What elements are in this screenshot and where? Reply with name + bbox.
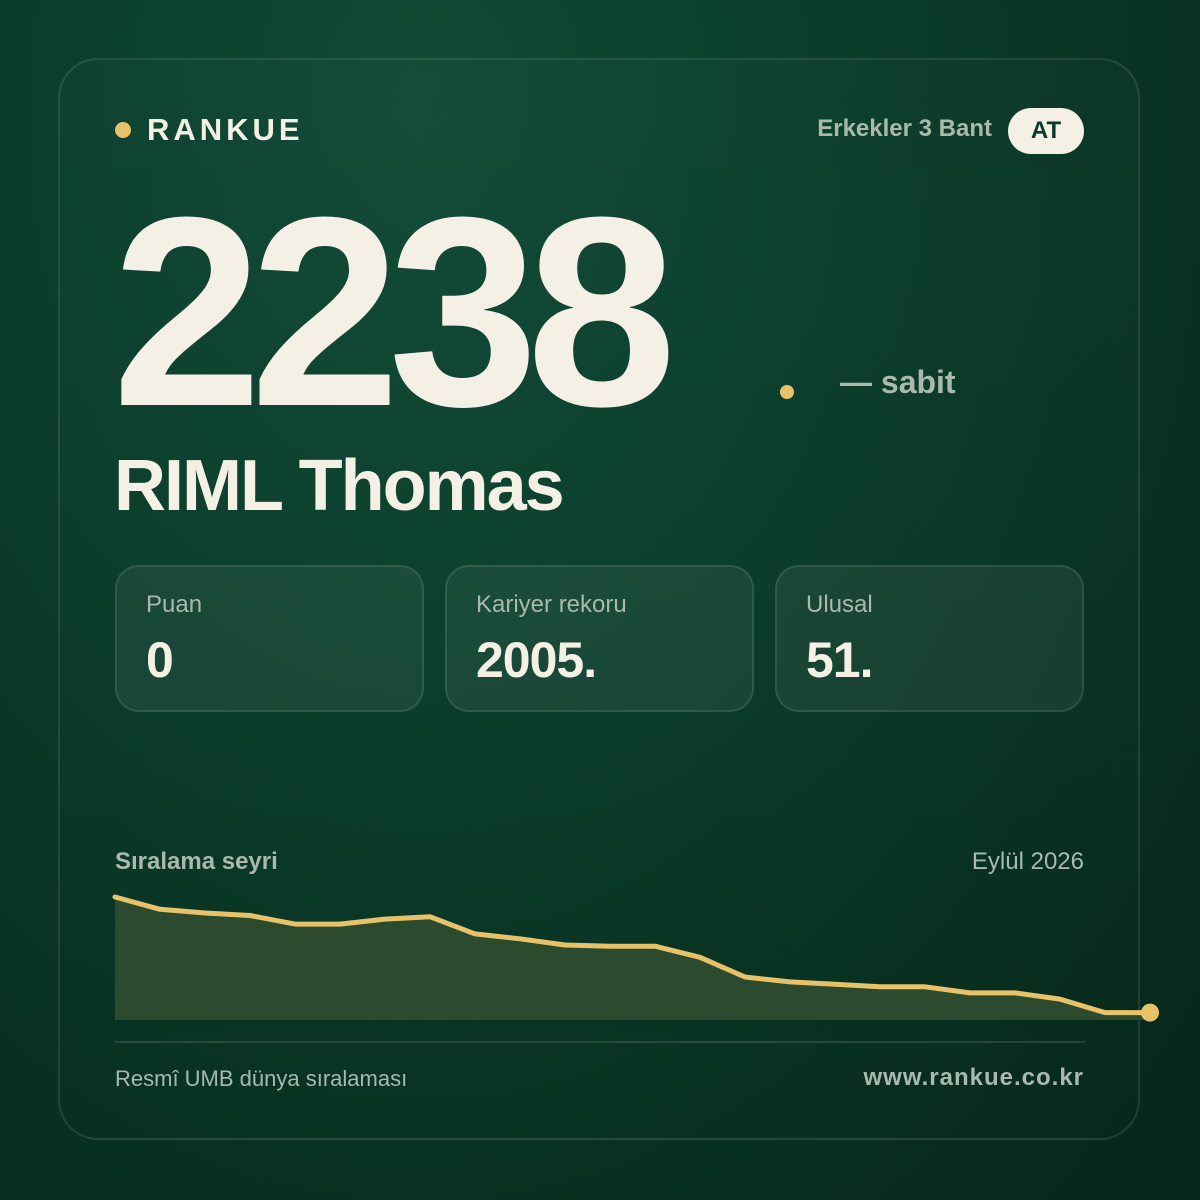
footer-source: Resmî UMB dünya sıralaması [115,1066,408,1091]
category-label: Erkekler 3 Bant [817,115,992,142]
stat-card-points: Puan 0 [115,565,424,712]
country-badge: AT [1008,108,1084,154]
stat-card-career-record: Kariyer rekoru 2005. [445,565,754,712]
stat-label: Puan [146,591,203,618]
stat-value: 51. [806,632,874,688]
stat-value: 2005. [476,632,597,688]
stat-card-national: Ulusal 51. [775,565,1084,712]
player-name: RIML Thomas [114,446,565,526]
rank-number: 2238 [112,162,677,463]
footer-website[interactable]: www.rankue.co.kr [863,1064,1084,1092]
stat-label: Kariyer rekoru [476,591,627,618]
brand-dot-icon [115,122,131,138]
rank-dot-icon [780,385,794,399]
chart-area [115,897,1150,1020]
chart-title: Sıralama seyri [115,848,278,875]
stat-value: 0 [146,632,174,688]
brand: RANKUE [115,112,304,148]
ranking-trend-chart [112,894,1159,1022]
chart-date: Eylül 2026 [971,848,1084,875]
rank-trend: — sabit [840,364,956,400]
brand-name: RANKUE [147,112,304,147]
divider [115,1041,1085,1043]
chart-endpoint [1141,1003,1159,1022]
stat-label: Ulusal [806,591,873,618]
